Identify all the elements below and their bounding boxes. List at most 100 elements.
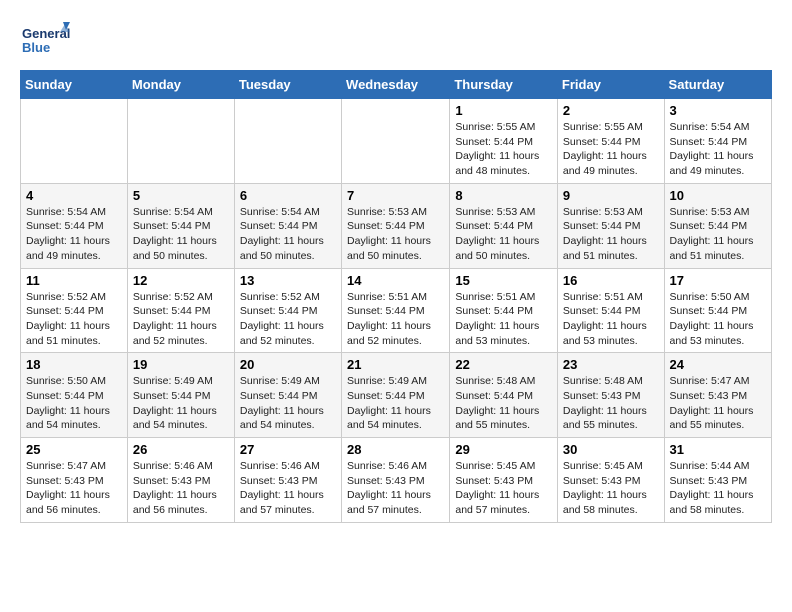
- weekday-header: Friday: [557, 71, 664, 99]
- calendar-cell: 20Sunrise: 5:49 AM Sunset: 5:44 PM Dayli…: [234, 353, 341, 438]
- calendar-cell: 27Sunrise: 5:46 AM Sunset: 5:43 PM Dayli…: [234, 438, 341, 523]
- calendar-cell: 26 Sunrise: 5:46 AM Sunset: 5:43 PM Dayli…: [127, 438, 234, 523]
- day-number: 26: [133, 442, 229, 457]
- day-number: 6: [240, 188, 336, 203]
- calendar-week-row: 25Sunrise: 5:47 AM Sunset: 5:43 PM Dayli…: [21, 438, 772, 523]
- day-info: Sunrise: 5:47 AM Sunset: 5:43 PM Dayligh…: [670, 374, 766, 433]
- day-info: Sunrise: 5:51 AM Sunset: 5:44 PM Dayligh…: [455, 290, 552, 349]
- weekday-header: Thursday: [450, 71, 558, 99]
- day-info: Sunrise: 5:55 AM Sunset: 5:44 PM Dayligh…: [455, 120, 552, 179]
- calendar-cell: 18 Sunrise: 5:50 AM Sunset: 5:44 PM Dayli…: [21, 353, 128, 438]
- calendar-cell: 10 Sunrise: 5:53 AM Sunset: 5:44 PM Dayli…: [664, 183, 771, 268]
- day-info: Sunrise: 5:44 AM Sunset: 5:43 PM Dayligh…: [670, 459, 766, 518]
- day-info: Sunrise: 5:50 AM Sunset: 5:44 PM Dayligh…: [670, 290, 766, 349]
- day-number: 27: [240, 442, 336, 457]
- calendar-cell: 23 Sunrise: 5:48 AM Sunset: 5:43 PM Dayli…: [557, 353, 664, 438]
- day-number: 23: [563, 357, 659, 372]
- calendar-week-row: 1 Sunrise: 5:55 AM Sunset: 5:44 PM Daylig…: [21, 99, 772, 184]
- day-number: 30: [563, 442, 659, 457]
- day-number: 3: [670, 103, 766, 118]
- calendar-cell: 5 Sunrise: 5:54 AM Sunset: 5:44 PM Daylig…: [127, 183, 234, 268]
- day-info: Sunrise: 5:53 AM Sunset: 5:44 PM Dayligh…: [347, 205, 444, 264]
- day-info: Sunrise: 5:52 AM Sunset: 5:44 PM Dayligh…: [133, 290, 229, 349]
- calendar-cell: 3 Sunrise: 5:54 AM Sunset: 5:44 PM Daylig…: [664, 99, 771, 184]
- calendar-cell: 6 Sunrise: 5:54 AM Sunset: 5:44 PM Daylig…: [234, 183, 341, 268]
- day-number: 24: [670, 357, 766, 372]
- calendar-cell: 22Sunrise: 5:48 AM Sunset: 5:44 PM Dayli…: [450, 353, 558, 438]
- day-info: Sunrise: 5:49 AM Sunset: 5:44 PM Dayligh…: [240, 374, 336, 433]
- day-number: 28: [347, 442, 444, 457]
- calendar-cell: 30 Sunrise: 5:45 AM Sunset: 5:43 PM Dayli…: [557, 438, 664, 523]
- calendar-cell: 21 Sunrise: 5:49 AM Sunset: 5:44 PM Dayli…: [342, 353, 450, 438]
- day-number: 15: [455, 273, 552, 288]
- day-info: Sunrise: 5:49 AM Sunset: 5:44 PM Dayligh…: [347, 374, 444, 433]
- calendar-cell: 8Sunrise: 5:53 AM Sunset: 5:44 PM Daylig…: [450, 183, 558, 268]
- calendar-cell: 16 Sunrise: 5:51 AM Sunset: 5:44 PM Dayli…: [557, 268, 664, 353]
- day-info: Sunrise: 5:46 AM Sunset: 5:43 PM Dayligh…: [133, 459, 229, 518]
- day-info: Sunrise: 5:54 AM Sunset: 5:44 PM Dayligh…: [240, 205, 336, 264]
- day-number: 19: [133, 357, 229, 372]
- day-info: Sunrise: 5:45 AM Sunset: 5:43 PM Dayligh…: [455, 459, 552, 518]
- day-number: 16: [563, 273, 659, 288]
- day-number: 7: [347, 188, 444, 203]
- svg-text:Blue: Blue: [22, 40, 50, 55]
- day-number: 29: [455, 442, 552, 457]
- calendar-cell: 12 Sunrise: 5:52 AM Sunset: 5:44 PM Dayli…: [127, 268, 234, 353]
- day-number: 11: [26, 273, 122, 288]
- day-info: Sunrise: 5:51 AM Sunset: 5:44 PM Dayligh…: [347, 290, 444, 349]
- day-info: Sunrise: 5:52 AM Sunset: 5:44 PM Dayligh…: [26, 290, 122, 349]
- calendar-cell: 4 Sunrise: 5:54 AM Sunset: 5:44 PM Daylig…: [21, 183, 128, 268]
- calendar-cell: 9Sunrise: 5:53 AM Sunset: 5:44 PM Daylig…: [557, 183, 664, 268]
- day-number: 10: [670, 188, 766, 203]
- day-number: 2: [563, 103, 659, 118]
- calendar-week-row: 18 Sunrise: 5:50 AM Sunset: 5:44 PM Dayli…: [21, 353, 772, 438]
- day-info: Sunrise: 5:54 AM Sunset: 5:44 PM Dayligh…: [670, 120, 766, 179]
- day-info: Sunrise: 5:54 AM Sunset: 5:44 PM Dayligh…: [133, 205, 229, 264]
- calendar-cell: 17 Sunrise: 5:50 AM Sunset: 5:44 PM Dayli…: [664, 268, 771, 353]
- day-number: 4: [26, 188, 122, 203]
- day-number: 12: [133, 273, 229, 288]
- calendar-header-row: SundayMondayTuesdayWednesdayThursdayFrid…: [21, 71, 772, 99]
- weekday-header: Monday: [127, 71, 234, 99]
- calendar-cell: 7 Sunrise: 5:53 AM Sunset: 5:44 PM Daylig…: [342, 183, 450, 268]
- calendar-cell: 14 Sunrise: 5:51 AM Sunset: 5:44 PM Dayli…: [342, 268, 450, 353]
- calendar-cell: 31 Sunrise: 5:44 AM Sunset: 5:43 PM Dayli…: [664, 438, 771, 523]
- calendar-cell: 15 Sunrise: 5:51 AM Sunset: 5:44 PM Dayli…: [450, 268, 558, 353]
- day-info: Sunrise: 5:54 AM Sunset: 5:44 PM Dayligh…: [26, 205, 122, 264]
- day-info: Sunrise: 5:45 AM Sunset: 5:43 PM Dayligh…: [563, 459, 659, 518]
- day-number: 21: [347, 357, 444, 372]
- day-info: Sunrise: 5:48 AM Sunset: 5:43 PM Dayligh…: [563, 374, 659, 433]
- day-number: 17: [670, 273, 766, 288]
- day-number: 5: [133, 188, 229, 203]
- calendar-cell: 13 Sunrise: 5:52 AM Sunset: 5:44 PM Dayli…: [234, 268, 341, 353]
- calendar-week-row: 11 Sunrise: 5:52 AM Sunset: 5:44 PM Dayli…: [21, 268, 772, 353]
- day-info: Sunrise: 5:55 AM Sunset: 5:44 PM Dayligh…: [563, 120, 659, 179]
- calendar-week-row: 4 Sunrise: 5:54 AM Sunset: 5:44 PM Daylig…: [21, 183, 772, 268]
- calendar-cell: 1 Sunrise: 5:55 AM Sunset: 5:44 PM Daylig…: [450, 99, 558, 184]
- day-info: Sunrise: 5:51 AM Sunset: 5:44 PM Dayligh…: [563, 290, 659, 349]
- calendar-cell: [21, 99, 128, 184]
- calendar-cell: 2 Sunrise: 5:55 AM Sunset: 5:44 PM Daylig…: [557, 99, 664, 184]
- day-info: Sunrise: 5:53 AM Sunset: 5:44 PM Dayligh…: [670, 205, 766, 264]
- calendar-cell: 29 Sunrise: 5:45 AM Sunset: 5:43 PM Dayli…: [450, 438, 558, 523]
- day-info: Sunrise: 5:50 AM Sunset: 5:44 PM Dayligh…: [26, 374, 122, 433]
- calendar-cell: 28Sunrise: 5:46 AM Sunset: 5:43 PM Dayli…: [342, 438, 450, 523]
- calendar-cell: 25Sunrise: 5:47 AM Sunset: 5:43 PM Dayli…: [21, 438, 128, 523]
- day-number: 1: [455, 103, 552, 118]
- day-number: 25: [26, 442, 122, 457]
- calendar-cell: 24 Sunrise: 5:47 AM Sunset: 5:43 PM Dayli…: [664, 353, 771, 438]
- day-number: 22: [455, 357, 552, 372]
- day-number: 31: [670, 442, 766, 457]
- calendar-cell: [234, 99, 341, 184]
- weekday-header: Sunday: [21, 71, 128, 99]
- calendar-table: SundayMondayTuesdayWednesdayThursdayFrid…: [20, 70, 772, 523]
- calendar-cell: 19 Sunrise: 5:49 AM Sunset: 5:44 PM Dayli…: [127, 353, 234, 438]
- day-number: 14: [347, 273, 444, 288]
- day-number: 18: [26, 357, 122, 372]
- day-info: Sunrise: 5:52 AM Sunset: 5:44 PM Dayligh…: [240, 290, 336, 349]
- day-info: Sunrise: 5:49 AM Sunset: 5:44 PM Dayligh…: [133, 374, 229, 433]
- weekday-header: Tuesday: [234, 71, 341, 99]
- day-number: 13: [240, 273, 336, 288]
- day-info: Sunrise: 5:53 AM Sunset: 5:44 PM Dayligh…: [563, 205, 659, 264]
- calendar-cell: [127, 99, 234, 184]
